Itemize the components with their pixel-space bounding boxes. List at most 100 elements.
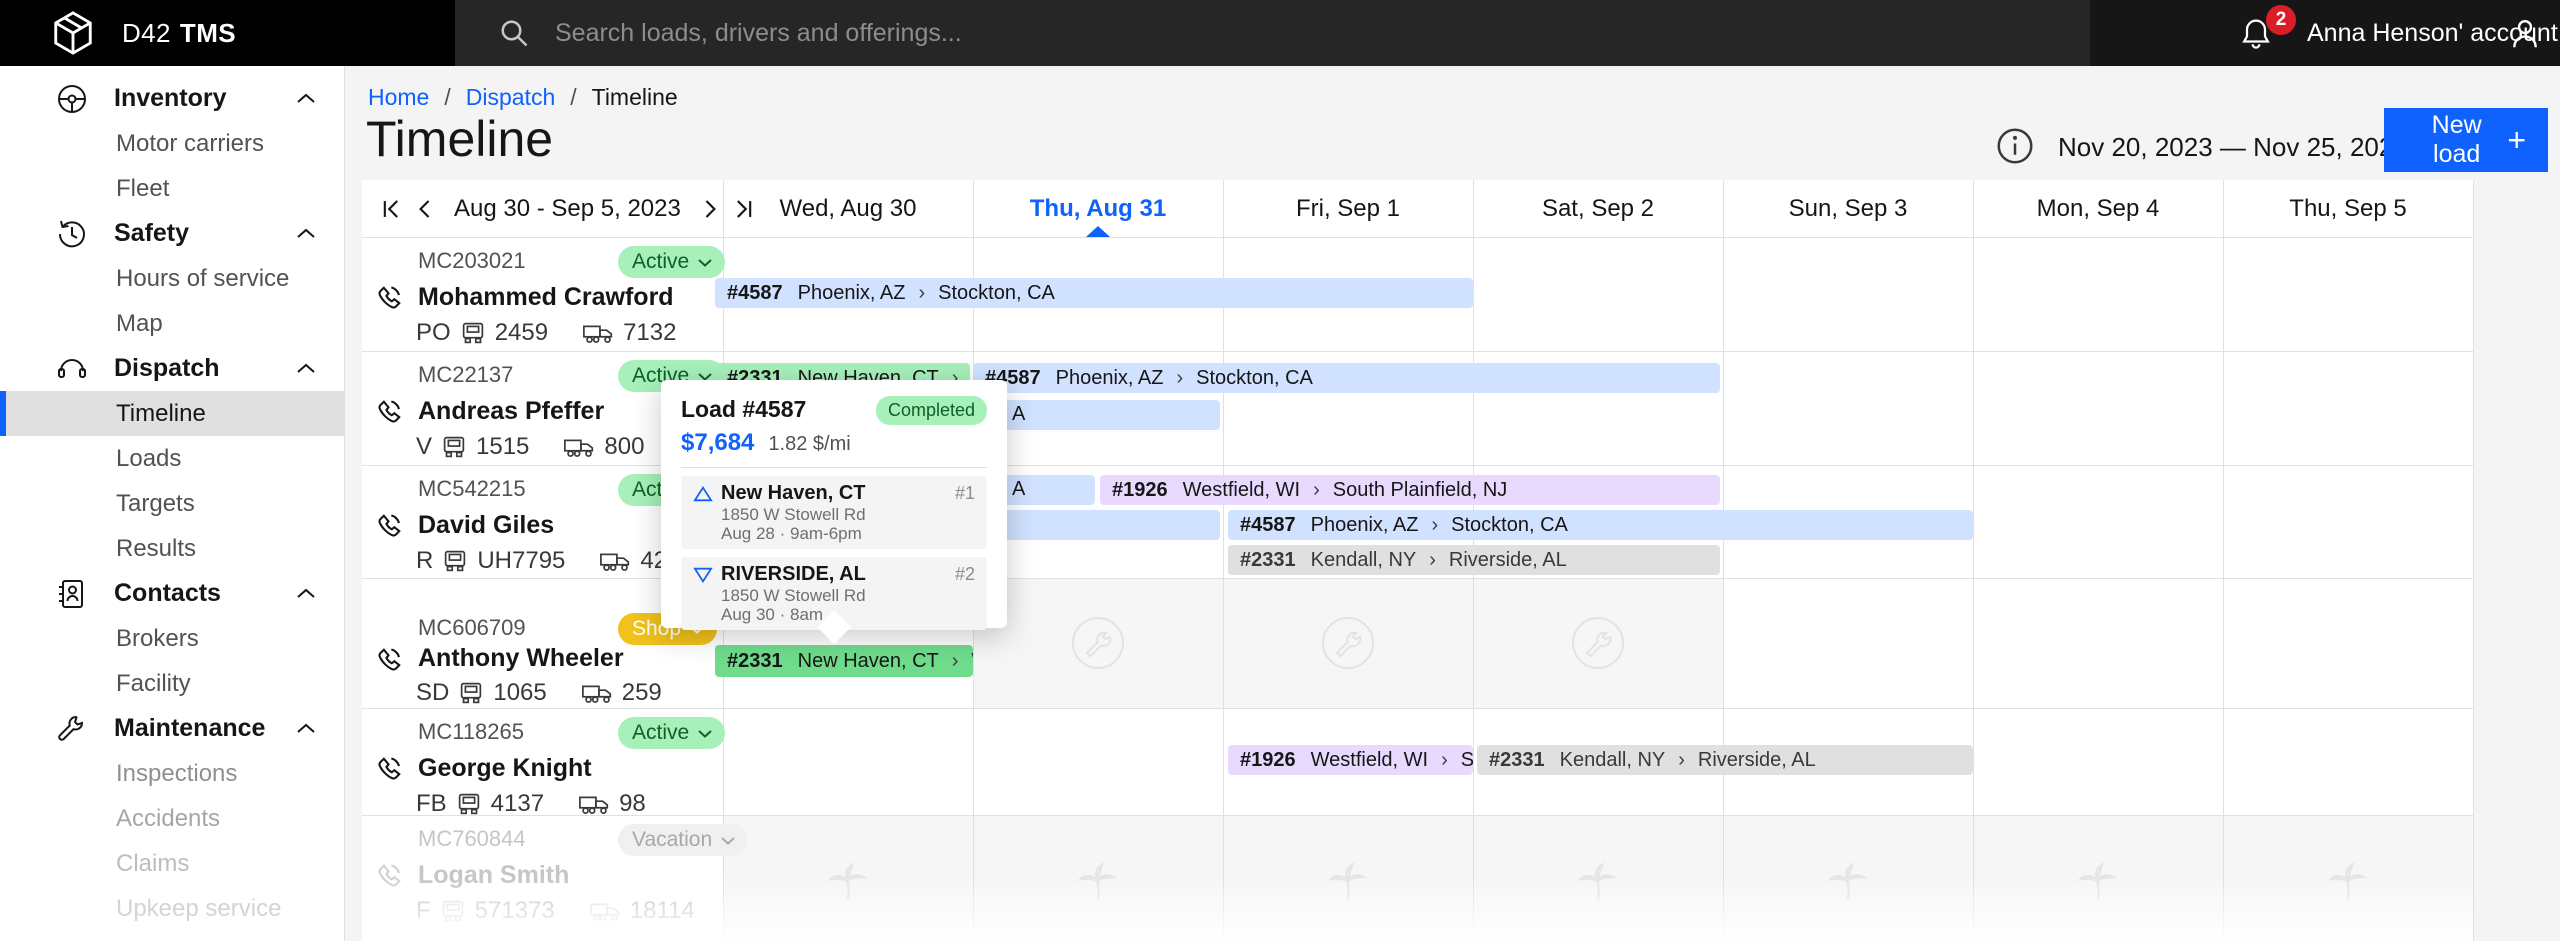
trailer-icon [582, 321, 616, 345]
phone-icon[interactable] [375, 646, 403, 674]
chevron-up-icon [294, 92, 318, 105]
sidebar-section-safety[interactable]: Safety [0, 211, 344, 256]
sidebar-item-timeline[interactable]: Timeline [0, 391, 344, 436]
driver-specs: SD 1065 259 [416, 679, 662, 707]
sidebar-item-facility[interactable]: Facility [0, 661, 344, 706]
sidebar-item-brokers[interactable]: Brokers [0, 616, 344, 661]
sidebar-nav: Inventory Motor carriers Fleet Safety Ho… [0, 66, 345, 941]
sidebar-item-motor-carriers[interactable]: Motor carriers [0, 121, 344, 166]
truck-front-icon [438, 899, 468, 923]
truck-type: PO [416, 319, 451, 347]
mc-number: MC22137 [418, 362, 513, 388]
mc-number: MC203021 [418, 248, 526, 274]
trailer-icon [589, 899, 623, 923]
trailer-number: 7132 [623, 319, 676, 347]
load-detail-popover: Load #4587 Completed $7,684 1.82 $/mi Ne… [661, 380, 1007, 628]
phone-icon[interactable] [375, 284, 403, 312]
day-header-active: Thu, Aug 31 [973, 180, 1223, 237]
row-divider [362, 351, 2473, 352]
cube-logo-icon [50, 10, 96, 56]
load-bar-1926[interactable]: #1926Westfield, WI›South Plainfield, NJ [1100, 475, 1720, 505]
load-bar-4587[interactable]: #4587Phoenix, AZ›Stockton, CA [973, 363, 1720, 393]
shop-ghost-icon [1566, 611, 1630, 675]
load-rate: 1.82 $/mi [768, 433, 850, 456]
search-input[interactable] [553, 18, 1857, 49]
section-label: Maintenance [114, 714, 265, 743]
phone-icon[interactable] [375, 512, 403, 540]
truck-front-icon [439, 435, 469, 459]
next-period-icon[interactable] [695, 191, 725, 227]
load-bar-1926[interactable]: #1926Westfield, WI›So... [1228, 745, 1473, 775]
stop-address: 1850 W Stowell Rd [721, 586, 975, 605]
vacation-ghost-icon [816, 848, 880, 912]
chevron-right-icon: › [1441, 749, 1448, 772]
history-clock-icon [56, 218, 88, 250]
section-label: Contacts [114, 579, 221, 608]
row-divider [362, 815, 2473, 816]
truck-front-icon [456, 681, 486, 705]
sidebar-item-accidents[interactable]: Accidents [0, 796, 344, 841]
trailer-number: 18114 [630, 897, 695, 925]
truck-type: F [416, 897, 431, 925]
sidebar-section-maintenance[interactable]: Maintenance [0, 706, 344, 751]
status-badge[interactable]: Vacation [618, 824, 748, 856]
active-day-marker [1086, 226, 1110, 237]
grid-line [2223, 180, 2224, 941]
sidebar-section-contacts[interactable]: Contacts [0, 571, 344, 616]
vacation-ghost-icon [1066, 848, 1130, 912]
driver-specs: PO 2459 7132 [416, 319, 676, 347]
timeline-grid: Aug 30 - Sep 5, 2023 Wed, Aug 30 Thu, Au… [362, 180, 2474, 941]
previous-period-icon[interactable] [410, 191, 440, 227]
page-title: Timeline [366, 110, 553, 168]
stop-time: Aug 28 · 9am-6pm [721, 524, 975, 543]
driver-specs: R UH7795 429 [416, 547, 680, 575]
chevron-up-icon [294, 227, 318, 240]
sidebar-item-targets[interactable]: Targets [0, 481, 344, 526]
sidebar-item-hours-of-service[interactable]: Hours of service [0, 256, 344, 301]
truck-number: 571373 [475, 897, 555, 925]
phone-icon[interactable] [375, 755, 403, 783]
user-avatar-icon[interactable] [2506, 14, 2544, 52]
load-bar-2331[interactable]: #2331Kendall, NY›Riverside, AL [1477, 745, 1973, 775]
chevron-right-icon: › [1313, 479, 1320, 502]
vacation-ghost-icon [1316, 848, 1380, 912]
load-bar-2331[interactable]: #2331Kendall, NY›Riverside, AL [1228, 545, 1720, 575]
load-bar-2331[interactable]: #2331New Haven, CT›W... [715, 645, 973, 677]
load-bar-4587[interactable]: #4587Phoenix, AZ›Stockton, CA [1228, 510, 1973, 540]
status-badge[interactable]: Active [618, 717, 725, 749]
new-load-button[interactable]: New load + [2384, 108, 2548, 172]
info-icon[interactable] [1995, 126, 2035, 166]
sidebar-item-claims[interactable]: Claims [0, 841, 344, 886]
trailer-number: 98 [619, 790, 646, 818]
driver-specs: V 1515 800 [416, 433, 644, 461]
load-bar-4587[interactable]: #4587Phoenix, AZ›Stockton, CA [715, 278, 1473, 308]
mc-number: MC606709 [418, 615, 526, 641]
sidebar-item-fleet[interactable]: Fleet [0, 166, 344, 211]
skip-to-start-icon[interactable] [376, 191, 406, 227]
app-title: D42TMS [122, 18, 236, 49]
sidebar-item-results[interactable]: Results [0, 526, 344, 571]
stop-card-pickup: New Haven, CT #1 1850 W Stowell Rd Aug 2… [681, 476, 987, 549]
date-range-text: Nov 20, 2023 — Nov 25, 2023 [2058, 132, 2408, 163]
breadcrumb-home[interactable]: Home [368, 84, 429, 111]
driver-specs: F 571373 18114 [416, 897, 695, 925]
truck-number: UH7795 [477, 547, 565, 575]
search-icon [499, 18, 529, 48]
sidebar-item-loads[interactable]: Loads [0, 436, 344, 481]
app-root: D42TMS 2 Anna Henson' account Invento [0, 0, 2560, 941]
app-logo[interactable]: D42TMS [0, 0, 455, 66]
sidebar-item-upkeep-service[interactable]: Upkeep service [0, 886, 344, 931]
status-badge[interactable]: Active [618, 246, 725, 278]
timeline-period-nav: Aug 30 - Sep 5, 2023 [362, 180, 723, 237]
driver-name: David Giles [418, 511, 554, 540]
phone-icon[interactable] [375, 862, 403, 890]
sidebar-section-dispatch[interactable]: Dispatch [0, 346, 344, 391]
phone-icon[interactable] [375, 398, 403, 426]
sidebar-item-map[interactable]: Map [0, 301, 344, 346]
sidebar-item-inspections[interactable]: Inspections [0, 751, 344, 796]
breadcrumb-dispatch[interactable]: Dispatch [466, 84, 555, 111]
sidebar-section-inventory[interactable]: Inventory [0, 76, 344, 121]
trailer-number: 800 [604, 433, 644, 461]
trailer-icon [599, 549, 633, 573]
truck-number: 2459 [495, 319, 548, 347]
